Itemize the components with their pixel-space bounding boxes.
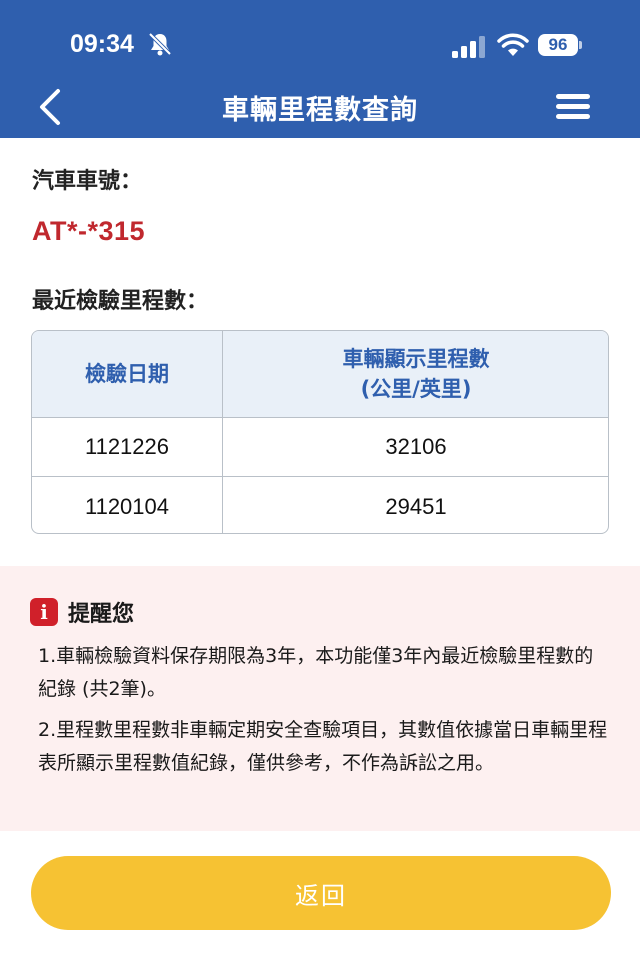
row-mileage: 29451 [385,493,447,519]
battery-level: 96 [538,34,578,56]
mileage-section-label: 最近檢驗里程數： [32,289,209,314]
bell-slash-icon [148,32,172,56]
table-header: 檢驗日期 車輛顯示里程數 (公里/英里) [32,331,608,418]
plate-number: AT*-*315 [32,216,146,246]
notice-title: 提醒您 [68,602,135,627]
table-row: 1121226 32106 [32,417,608,476]
app-header: 09:34 96 車輛里程數查詢 [0,0,640,138]
navigation-bar: 車輛里程數查詢 [0,80,640,138]
notice-header: i 提醒您 [30,596,134,628]
mileage-table: 檢驗日期 車輛顯示里程數 (公里/英里) 1121226 32106 11201… [31,330,609,534]
column-header-mileage-unit: (公里/英里) [360,377,472,401]
back-button[interactable]: 返回 [31,856,611,930]
column-header-mileage: 車輛顯示里程數 (公里/英里) [223,331,608,417]
status-time: 09:34 [70,30,134,58]
hamburger-menu-icon[interactable] [556,92,590,122]
column-header-mileage-title: 車輛顯示里程數 [342,347,490,371]
plate-label: 汽車車號： [32,169,143,194]
notice-item-1: 1.車輛檢驗資料保存期限為3年，本功能僅3年內最近檢驗里程數的紀錄 (共2筆)。 [38,645,594,700]
battery-icon: 96 [538,34,582,58]
info-icon: i [30,598,58,626]
row-date: 1121226 [84,433,169,459]
column-header-date: 檢驗日期 [85,362,169,386]
signal-icon [452,36,485,58]
row-date: 1120104 [84,493,169,519]
row-mileage: 32106 [385,433,447,459]
page-title: 車輛里程數查詢 [222,95,418,126]
column-divider [222,331,223,533]
notice-panel: i 提醒您 1.車輛檢驗資料保存期限為3年，本功能僅3年內最近檢驗里程數的紀錄 … [0,566,640,831]
table-row: 1120104 29451 [32,476,608,533]
notice-item-2: 2.里程數里程數非車輛定期安全查驗項目，其數值依據當日車輛里程表所顯示里程數值紀… [38,719,608,774]
status-bar: 09:34 96 [0,0,640,88]
wifi-icon [497,33,529,56]
